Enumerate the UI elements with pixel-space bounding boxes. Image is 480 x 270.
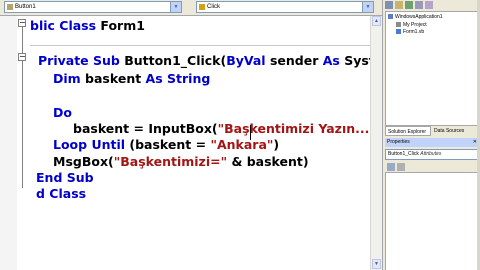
view-designer-icon[interactable]: [425, 1, 433, 9]
editor-vertical-scrollbar[interactable]: ▲ ▼: [370, 16, 382, 270]
tree-node-form1[interactable]: Form1.vb: [396, 29, 424, 35]
code-editor[interactable]: blic Class Form1 Private Sub Button1_Clic…: [30, 12, 421, 212]
code-keyword: End Sub: [36, 170, 94, 185]
code-line[interactable]: baskent = InputBox("Başkentimizi Yazın..…: [73, 120, 382, 137]
scroll-up-icon[interactable]: ▲: [372, 16, 381, 26]
my-project-icon: [396, 22, 401, 27]
refresh-icon[interactable]: [405, 1, 413, 9]
code-text: Form1: [100, 18, 145, 33]
method-name-value: Click: [207, 4, 220, 10]
code-text: MsgBox(: [53, 154, 114, 169]
code-line[interactable]: Private Sub Button1_Click(ByVal sender A…: [38, 52, 421, 69]
properties-titlebar: Properties ✕: [385, 138, 479, 147]
tree-node-my-project[interactable]: My Project: [396, 22, 427, 28]
text-caret: [250, 125, 251, 140]
tab-label: Data Sources: [434, 128, 465, 134]
code-keyword: ByVal: [226, 53, 266, 68]
project-icon: [388, 14, 393, 19]
view-code-icon[interactable]: [415, 1, 423, 9]
panel-tab-strip: Solution Explorer Data Sources: [385, 126, 479, 136]
code-string: "Başkentimizi=": [113, 154, 228, 169]
code-keyword: blic Class: [30, 18, 101, 33]
tree-item-label: My Project: [403, 22, 427, 28]
chevron-down-icon: ▼: [362, 2, 373, 12]
procedure-separator: [30, 45, 370, 46]
chevron-down-icon: ▼: [170, 2, 181, 12]
solution-explorer-toolbar: [383, 0, 480, 10]
code-text: (baskent =: [125, 137, 211, 152]
class-name-value: Button1: [15, 4, 36, 10]
visual-studio-window: Button1 ▼ Click ▼ − − blic Class Form1 Pr…: [0, 0, 480, 270]
code-line[interactable]: MsgBox("Başkentimizi=" & baskent): [53, 153, 309, 170]
tree-node-project[interactable]: WindowsApplication1: [388, 14, 443, 20]
solution-explorer-tree[interactable]: WindowsApplication1 My Project Form1.vb: [385, 11, 480, 126]
code-line[interactable]: Dim baskent As String: [53, 70, 210, 87]
code-string: "Ankara": [210, 137, 274, 152]
form-file-icon: [396, 29, 401, 34]
project-name: WindowsApplication1: [395, 14, 443, 20]
alphabetical-icon[interactable]: [397, 163, 405, 171]
code-line[interactable]: Loop Until (baskent = "Ankara"): [53, 136, 279, 153]
categorized-icon[interactable]: [387, 163, 395, 171]
code-keyword: Loop Until: [53, 137, 126, 152]
code-text: Button1_Click(: [124, 53, 227, 68]
tool-windows-panel: WindowsApplication1 My Project Form1.vb …: [382, 0, 480, 270]
code-string: "Başkentimizi Yazın...": [217, 121, 376, 136]
code-text: sender: [265, 53, 323, 68]
tab-solution-explorer[interactable]: Solution Explorer: [385, 126, 431, 136]
properties-icon[interactable]: [385, 1, 393, 9]
code-keyword: d Class: [36, 186, 87, 201]
properties-grid[interactable]: [385, 172, 480, 270]
code-text: baskent: [80, 71, 146, 86]
code-line[interactable]: End Sub: [36, 169, 94, 186]
collapse-method-icon[interactable]: −: [18, 53, 26, 61]
tab-label: Solution Explorer: [388, 129, 427, 135]
code-keyword: As String: [145, 71, 211, 86]
properties-object-name: Button1_Click: [388, 151, 419, 157]
properties-object-dropdown[interactable]: Button1_Click Attributes: [385, 149, 479, 160]
properties-title: Properties: [387, 139, 410, 145]
collapse-class-icon[interactable]: −: [18, 19, 26, 27]
code-line[interactable]: Do: [53, 104, 72, 121]
code-text: & baskent): [227, 154, 309, 169]
event-icon: [199, 4, 205, 10]
indicator-margin[interactable]: [0, 16, 17, 270]
code-text: baskent = InputBox(: [73, 121, 218, 136]
outline-guide-line: [22, 22, 23, 188]
code-keyword: Dim: [53, 71, 81, 86]
code-line[interactable]: d Class: [36, 185, 86, 202]
class-icon: [7, 4, 13, 10]
code-keyword: Private Sub: [38, 53, 125, 68]
code-text: ): [273, 137, 280, 152]
code-keyword: As: [322, 53, 340, 68]
scroll-down-icon[interactable]: ▼: [372, 259, 381, 269]
code-keyword: Do: [53, 105, 72, 120]
properties-toolbar: [385, 162, 479, 171]
tab-data-sources[interactable]: Data Sources: [432, 126, 478, 136]
tree-item-label: Form1.vb: [403, 29, 425, 35]
code-line[interactable]: blic Class Form1: [30, 17, 145, 34]
show-all-files-icon[interactable]: [395, 1, 403, 9]
properties-object-type: Attributes: [420, 151, 442, 157]
